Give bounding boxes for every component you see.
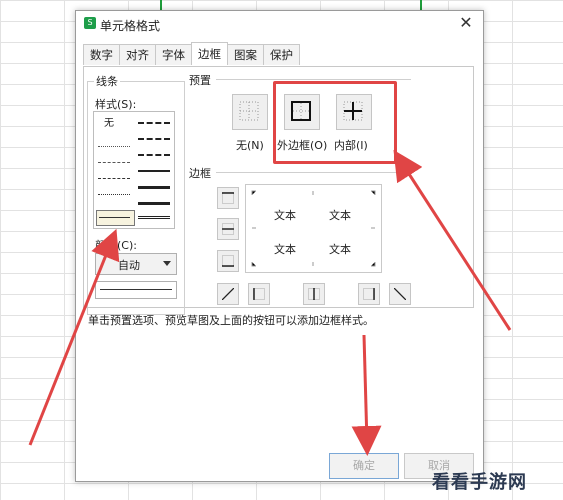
watermark-text: 看看手游网 xyxy=(432,472,527,493)
annotation-arrows xyxy=(28,149,512,456)
tab-border[interactable]: 边框 xyxy=(191,42,228,65)
